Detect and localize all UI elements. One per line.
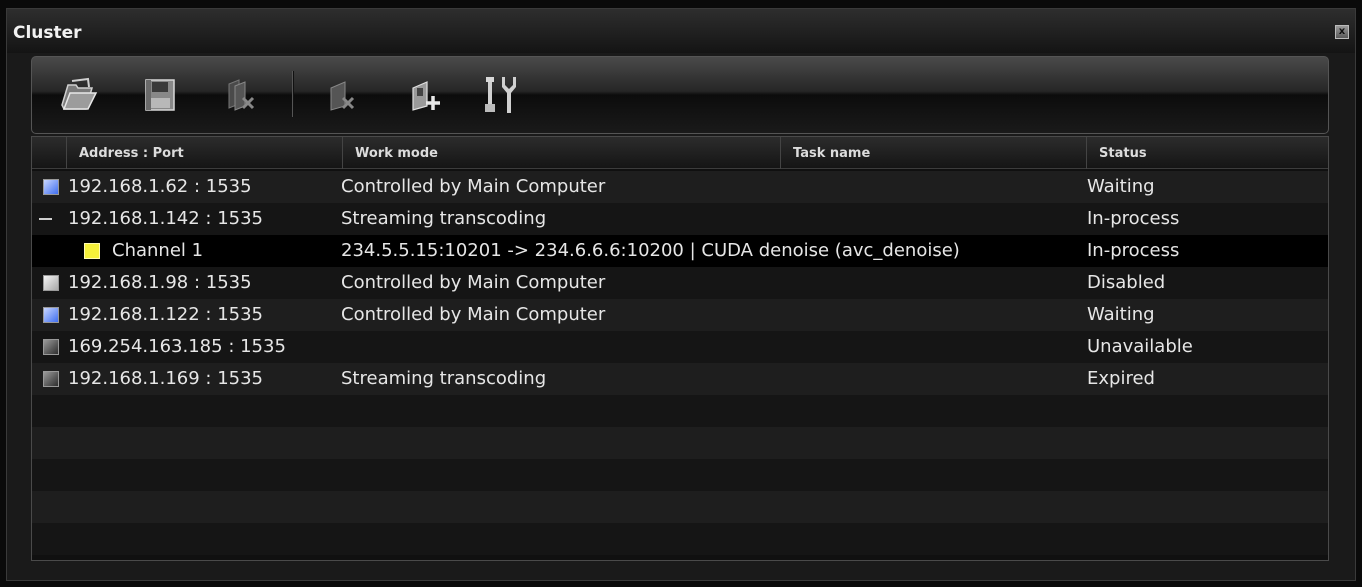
table-row[interactable]: 192.168.1.169 : 1535 Streaming transcodi…: [32, 363, 1328, 395]
cluster-grid: Address : Port Work mode Task name Statu…: [31, 136, 1329, 561]
status-cell: Unavailable: [1087, 336, 1193, 357]
add-node-button[interactable]: [404, 71, 448, 119]
node-status-indicator: [43, 179, 59, 195]
address-cell: 192.168.1.142 : 1535: [68, 208, 264, 229]
status-cell: Expired: [1087, 368, 1155, 389]
remove-node-button[interactable]: [320, 71, 364, 119]
settings-button[interactable]: [478, 71, 522, 119]
empty-row: [32, 427, 1328, 459]
save-button[interactable]: [138, 71, 182, 119]
table-row-channel[interactable]: Channel 1 234.5.5.15:10201 -> 234.6.6.6:…: [32, 235, 1328, 267]
column-header-work-mode[interactable]: Work mode: [342, 137, 780, 169]
add-node-icon: [412, 81, 440, 111]
channel-status-indicator: [84, 243, 100, 259]
node-status-indicator: [43, 307, 59, 323]
address-cell: 192.168.1.62 : 1535: [68, 176, 252, 197]
title-bar: Cluster x: [7, 9, 1355, 53]
work-mode-cell: Controlled by Main Computer: [341, 176, 606, 197]
table-row[interactable]: 192.168.1.98 : 1535 Controlled by Main C…: [32, 267, 1328, 299]
work-mode-cell: Streaming transcoding: [341, 208, 547, 229]
status-cell: Waiting: [1087, 176, 1155, 197]
cluster-window: Cluster x Address: Port Work mode Task …: [6, 8, 1356, 581]
status-cell: Disabled: [1087, 272, 1166, 293]
column-header-status[interactable]: Status: [1086, 137, 1328, 169]
empty-row: [32, 395, 1328, 427]
table-row[interactable]: 192.168.1.62 : 1535 Controlled by Main C…: [32, 171, 1328, 203]
empty-row: [32, 491, 1328, 523]
node-status-indicator: [43, 371, 59, 387]
remove-node-icon: [330, 81, 355, 111]
work-mode-cell: 234.5.5.15:10201 -> 234.6.6.6:10200 | CU…: [341, 240, 960, 261]
work-mode-cell: Controlled by Main Computer: [341, 272, 606, 293]
open-folder-icon: [61, 77, 98, 110]
open-button[interactable]: [56, 71, 100, 119]
toolbar-separator: [292, 71, 294, 117]
address-cell: 192.168.1.98 : 1535: [68, 272, 252, 293]
table-row[interactable]: 192.168.1.142 : 1535 Streaming transcodi…: [32, 203, 1328, 235]
status-cell: In-process: [1087, 208, 1180, 229]
window-title: Cluster: [13, 23, 82, 43]
status-cell: In-process: [1087, 240, 1180, 261]
node-status-indicator: [43, 339, 59, 355]
toolbar: [31, 56, 1329, 134]
channel-name-cell: Channel 1: [112, 240, 204, 261]
column-header-address[interactable]: Address : Port: [66, 137, 342, 169]
table-row[interactable]: 169.254.163.185 : 1535 Unavailable: [32, 331, 1328, 363]
remove-multiple-button[interactable]: [218, 71, 262, 119]
empty-row: [32, 459, 1328, 491]
settings-tools-icon: [485, 77, 516, 113]
empty-row: [32, 523, 1328, 555]
address-cell: 169.254.163.185 : 1535: [68, 336, 286, 357]
node-status-indicator: [43, 275, 59, 291]
grid-header: Address : Port Work mode Task name Statu…: [32, 137, 1328, 169]
table-row[interactable]: 192.168.1.122 : 1535 Controlled by Main …: [32, 299, 1328, 331]
status-cell: Waiting: [1087, 304, 1155, 325]
column-header-task-name[interactable]: Task name: [780, 137, 1086, 169]
work-mode-cell: Controlled by Main Computer: [341, 304, 606, 325]
save-disk-icon: [145, 79, 175, 111]
address-cell: 192.168.1.122 : 1535: [68, 304, 264, 325]
address-cell: 192.168.1.169 : 1535: [68, 368, 264, 389]
remove-multiple-icon: [228, 79, 255, 111]
work-mode-cell: Streaming transcoding: [341, 368, 547, 389]
collapse-icon[interactable]: [39, 218, 52, 220]
close-button[interactable]: x: [1335, 25, 1349, 39]
